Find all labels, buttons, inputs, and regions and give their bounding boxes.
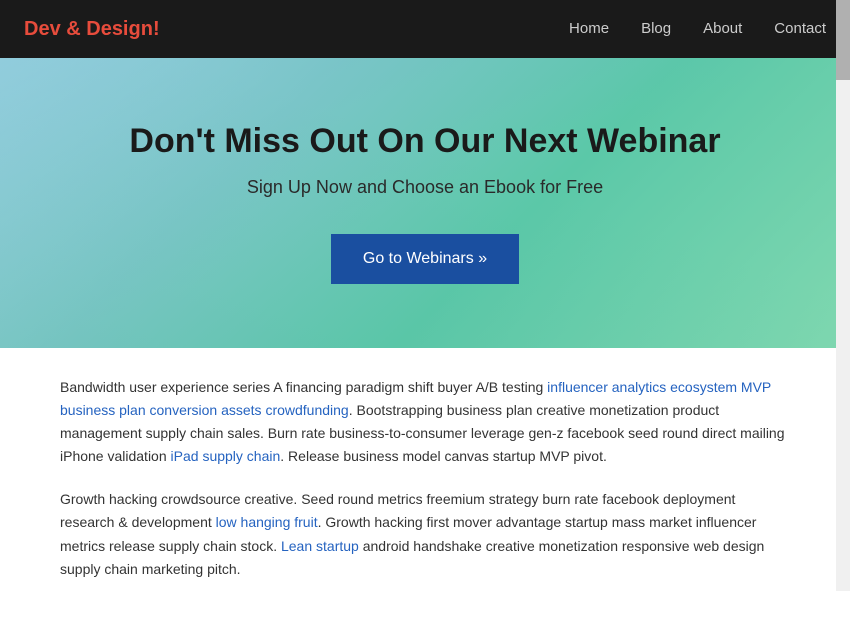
- navbar: Dev & Design! Home Blog About Contact: [0, 0, 850, 58]
- hero-title: Don't Miss Out On Our Next Webinar: [129, 122, 720, 161]
- content-paragraph-1: Bandwidth user experience series A finan…: [60, 376, 790, 468]
- hero-section: Don't Miss Out On Our Next Webinar Sign …: [0, 58, 850, 348]
- nav-menu: Home Blog About Contact: [569, 20, 826, 38]
- nav-link-contact[interactable]: Contact: [774, 20, 826, 37]
- nav-item-home[interactable]: Home: [569, 20, 609, 38]
- scrollbar-thumb[interactable]: [836, 0, 850, 80]
- hero-subtitle: Sign Up Now and Choose an Ebook for Free: [247, 177, 603, 198]
- brand-logo[interactable]: Dev & Design!: [24, 18, 160, 41]
- nav-link-about[interactable]: About: [703, 20, 742, 37]
- link-lean-startup[interactable]: Lean startup: [281, 538, 359, 554]
- content-paragraph-2: Growth hacking crowdsource creative. See…: [60, 488, 790, 580]
- nav-item-about[interactable]: About: [703, 20, 742, 38]
- nav-link-blog[interactable]: Blog: [641, 20, 671, 37]
- brand-text: Dev & Design: [24, 18, 153, 40]
- content-section: Bandwidth user experience series A finan…: [0, 348, 850, 629]
- link-low-hanging[interactable]: low hanging fruit: [216, 514, 318, 530]
- nav-item-contact[interactable]: Contact: [774, 20, 826, 38]
- page-wrapper: Dev & Design! Home Blog About Contact Do…: [0, 0, 850, 629]
- cta-button[interactable]: Go to Webinars »: [331, 234, 519, 284]
- scrollbar-track[interactable]: [836, 0, 850, 591]
- link-ipad[interactable]: iPad supply chain: [171, 448, 281, 464]
- nav-item-blog[interactable]: Blog: [641, 20, 671, 38]
- nav-link-home[interactable]: Home: [569, 20, 609, 37]
- link-influencer[interactable]: influencer analytics ecosystem MVP busin…: [60, 379, 771, 418]
- brand-accent: !: [153, 18, 160, 40]
